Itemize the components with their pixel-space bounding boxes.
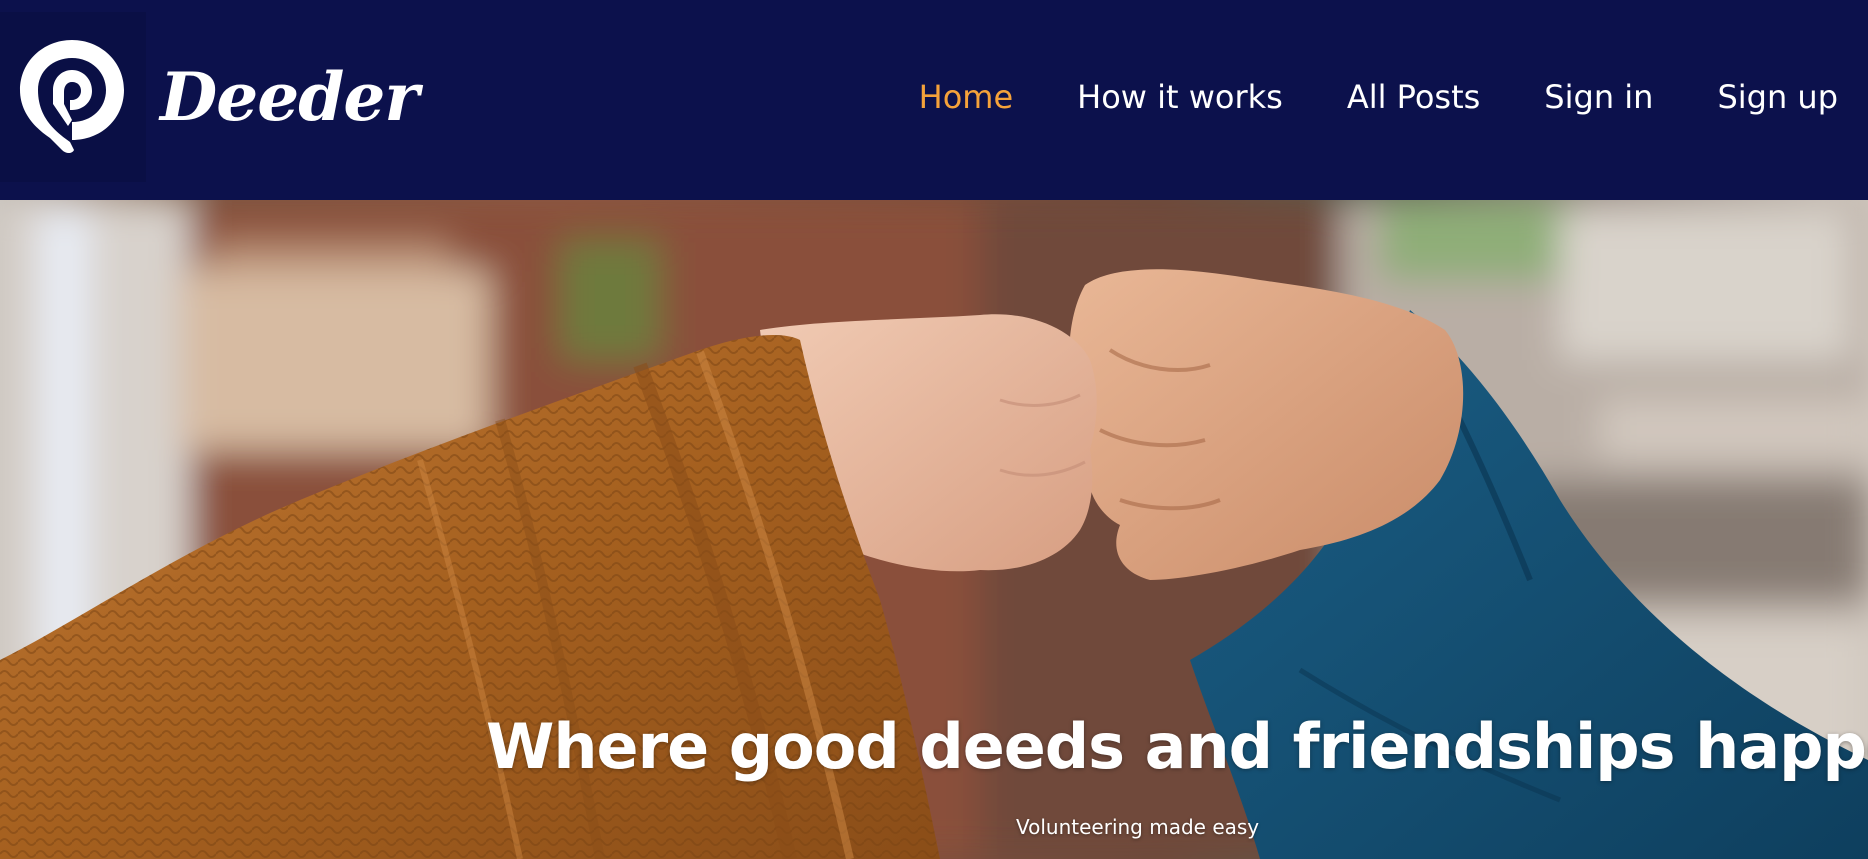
hero-title: Where good deeds and friendships happen xyxy=(486,710,1868,783)
nav-all-posts-link[interactable]: All Posts xyxy=(1347,78,1480,116)
hero-subtitle: Volunteering made easy xyxy=(1016,815,1260,839)
logo[interactable] xyxy=(0,12,146,182)
nav-sign-up-link[interactable]: Sign up xyxy=(1717,78,1838,116)
nav-sign-in-link[interactable]: Sign in xyxy=(1544,78,1653,116)
hero-section: Where good deeds and friendships happen … xyxy=(0,200,1868,859)
nav-how-it-works-link[interactable]: How it works xyxy=(1077,78,1283,116)
nav-home-link[interactable]: Home xyxy=(919,78,1014,116)
navbar: Deeder Home How it works All Posts Sign … xyxy=(0,0,1868,200)
brand-name[interactable]: Deeder xyxy=(160,58,419,136)
location-pin-icon xyxy=(20,40,124,153)
main-nav: Home How it works All Posts Sign in Sign… xyxy=(919,78,1838,116)
